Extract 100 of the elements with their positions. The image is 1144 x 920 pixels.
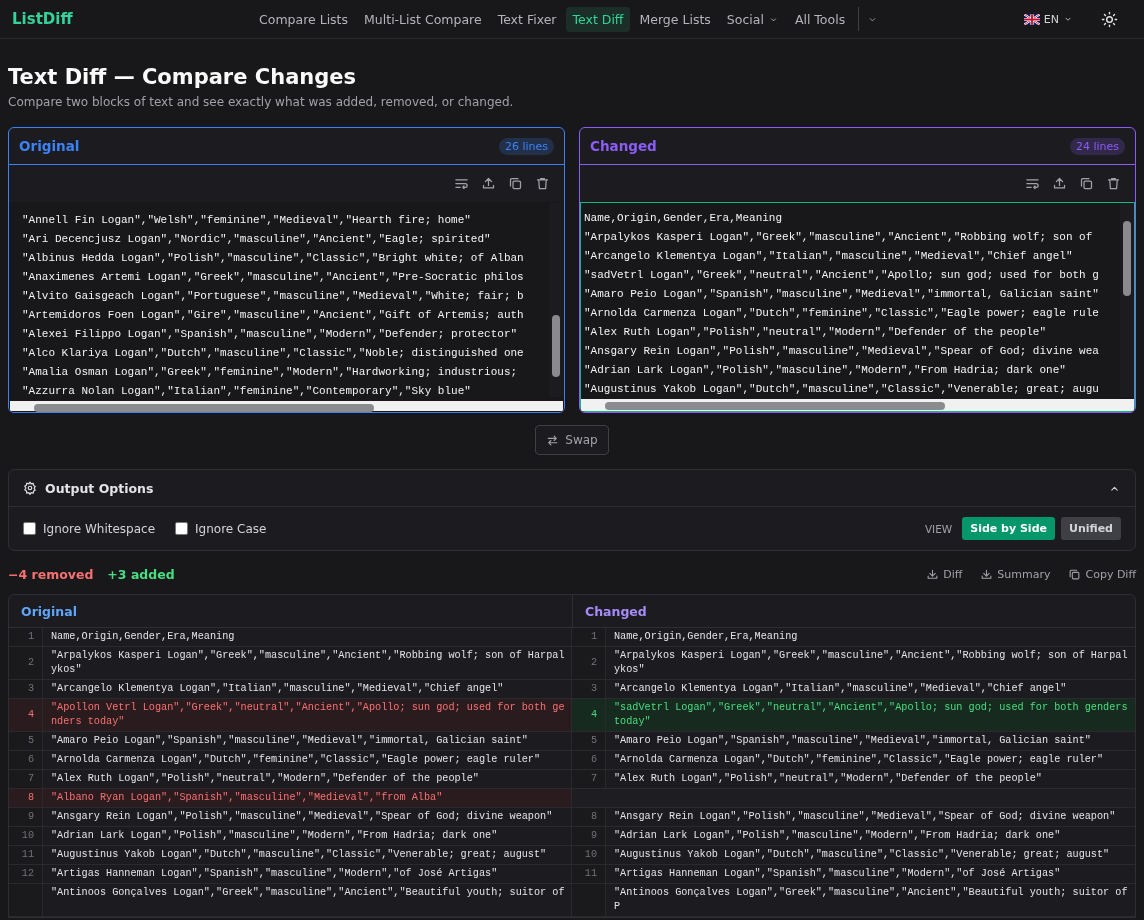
text-line: Name,Origin,Gender,Era,Meaning xyxy=(584,211,784,226)
diff-line: "Arpalykos Kasperi Logan","Greek","masculine","Ancient","Robbing wolf; son of Harpalykos" xyxy=(606,647,1135,680)
trash-icon xyxy=(535,176,550,191)
line-number: 1 xyxy=(572,628,606,647)
line-number: 2 xyxy=(572,647,606,680)
diff-line: "Arnolda Carmenza Logan","Dutch","feminine","Classic","Eagle power; eagle ruler" xyxy=(606,751,1135,770)
line-number: 5 xyxy=(572,732,606,751)
diff-line: "Amaro Peio Logan","Spanish","masculine","Medieval","immortal, Galician saint" xyxy=(43,732,572,751)
copy-button[interactable] xyxy=(1079,176,1094,191)
nav-link[interactable]: Text Diff xyxy=(565,6,631,32)
diff-line: "Artigas Hanneman Logan","Spanish","masculine","Modern","of José Artigas" xyxy=(43,865,572,884)
upload-button[interactable] xyxy=(1052,176,1067,191)
line-number: 8 xyxy=(9,789,43,808)
view-toggle[interactable]: Unified xyxy=(1060,517,1121,540)
diff-line: "Artigas Hanneman Logan","Spanish","masculine","Modern","of José Artigas" xyxy=(606,865,1135,884)
text-area[interactable] xyxy=(580,202,1135,412)
text-line: "Arnolda Carmenza Logan","Dutch","feminine","Classic","Eagle power; eagle rule xyxy=(584,306,1100,321)
text-line: "Adrian Lark Logan","Polish","masculine","Modern","From Hadria; dark one" xyxy=(584,363,1067,378)
column-header: Original xyxy=(21,603,77,619)
wrap-button[interactable] xyxy=(1025,176,1040,191)
theme-toggle[interactable] xyxy=(1101,10,1118,28)
nav-link[interactable]: Merge Lists xyxy=(632,6,718,32)
nav-link[interactable]: Text Fixer xyxy=(490,6,564,32)
wrap-button[interactable] xyxy=(454,176,469,191)
gear-icon xyxy=(23,481,37,495)
diff-line: Name,Origin,Gender,Era,Meaning xyxy=(606,628,1135,647)
delete-button[interactable] xyxy=(535,176,550,191)
text-line: "Alvito Gaisgeach Logan","Portuguese","masculine","Medieval","White; fair; b xyxy=(22,289,525,304)
vertical-scrollbar[interactable] xyxy=(549,203,563,397)
line-number: 6 xyxy=(572,751,606,770)
copy-icon xyxy=(508,176,523,191)
text-line: "Amalia Osman Logan","Greek","feminine","Modern","Hardworking; industrious; xyxy=(22,365,519,380)
download-icon xyxy=(926,568,940,581)
line-number: 11 xyxy=(9,846,43,865)
line-number: 1 xyxy=(9,628,43,647)
nav-link[interactable]: Multi-List Compare xyxy=(357,6,489,32)
wrap-lines-icon xyxy=(1025,176,1040,191)
view-label: VIEW xyxy=(924,522,953,535)
text-line: "Artemidoros Foen Logan","Gire","masculine","Ancient","Gift of Artemis; auth xyxy=(22,308,525,323)
checkbox[interactable] xyxy=(23,522,36,535)
text-line: "Amaro Peio Logan","Spanish","masculine","Medieval","immortal, Galician saint" xyxy=(584,287,1100,302)
text-line: "Arpalykos Kasperi Logan","Greek","masculine","Ancient","Robbing wolf; son of xyxy=(584,230,1094,245)
vertical-scrollbar[interactable] xyxy=(1120,203,1134,397)
upload-button[interactable] xyxy=(481,176,496,191)
language-selector[interactable]: EN xyxy=(1017,11,1079,27)
diff-line: "Arpalykos Kasperi Logan","Greek","masculine","Ancient","Robbing wolf; son of Harpalykos" xyxy=(43,647,572,680)
text-area[interactable] xyxy=(9,202,564,412)
checkbox-label[interactable]: Ignore Whitespace xyxy=(43,521,156,536)
export-button[interactable]: Copy Diff xyxy=(1068,568,1136,581)
text-line: "Alexei Filippo Logan","Spanish","masculine","Modern","Defender; protector" xyxy=(22,327,519,342)
line-number: 11 xyxy=(572,865,606,884)
swap-button[interactable]: Swap xyxy=(535,425,609,455)
column-header: Changed xyxy=(585,603,647,619)
line-number: 2 xyxy=(9,647,43,680)
text-line: "Azzurra Nolan Logan","Italian","feminine","Contemporary","Sky blue" xyxy=(22,384,472,399)
diff-line: "Augustinus Yakob Logan","Dutch","masculine","Classic","Venerable; great; august" xyxy=(43,846,572,865)
nav-link[interactable]: All Tools xyxy=(787,6,853,32)
checkbox[interactable] xyxy=(175,522,189,535)
diff-line: "Ansgary Rein Logan","Polish","masculine","Medieval","Spear of God; divine weapon" xyxy=(43,808,572,827)
options-title: Output Options xyxy=(45,480,155,496)
text-line: "Alco Klariya Logan","Dutch","masculine","Classic","Noble; distinguished one xyxy=(22,346,525,361)
horizontal-scrollbar[interactable] xyxy=(581,399,1134,411)
line-number: 10 xyxy=(572,846,606,865)
upload-icon xyxy=(1052,176,1067,191)
removed-count: −4 removed xyxy=(8,567,94,582)
flag-icon xyxy=(1023,13,1040,25)
text-line: "Alex Ruth Logan","Polish","neutral","Modern","Defender of the people" xyxy=(584,325,1048,340)
delete-button[interactable] xyxy=(1106,176,1121,191)
text-line: "Augustinus Yakob Logan","Dutch","masculine","Classic","Venerable; great; augu xyxy=(584,382,1100,397)
copy-button[interactable] xyxy=(508,176,523,191)
line-number: 10 xyxy=(9,827,43,846)
panel-title: Changed xyxy=(590,138,657,154)
line-number: 4 xyxy=(572,699,606,732)
checkbox-label[interactable]: Ignore Case xyxy=(195,521,267,536)
nav-link[interactable]: Compare Lists xyxy=(252,6,356,32)
text-line: "Anaximenes Artemi Logan","Greek","masculine","Ancient","Pre-Socratic philos xyxy=(22,270,525,285)
diff-line: "Adrian Lark Logan","Polish","masculine","Modern","From Hadria; dark one" xyxy=(43,827,572,846)
text-line: "Ansgary Rein Logan","Polish","masculine","Medieval","Spear of God; divine wea xyxy=(584,344,1100,359)
diff-line: "Antinoos Gonçalves Logan","Greek","masculine","Ancient","Beautiful youth; suitor of P xyxy=(606,884,1135,917)
trash-icon xyxy=(1106,176,1121,191)
diff-line: "Adrian Lark Logan","Polish","masculine","Modern","From Hadria; dark one" xyxy=(606,827,1135,846)
line-number: 3 xyxy=(9,680,43,699)
line-number: 5 xyxy=(9,732,43,751)
line-number: 7 xyxy=(9,770,43,789)
line-number: 9 xyxy=(572,827,606,846)
export-button[interactable]: Diff xyxy=(926,568,963,581)
export-button[interactable]: Summary xyxy=(980,568,1051,581)
upload-icon xyxy=(481,176,496,191)
brand-logo[interactable]: ListDiff xyxy=(12,10,252,28)
view-toggle[interactable]: Side by Side xyxy=(962,517,1055,540)
horizontal-scrollbar[interactable] xyxy=(10,401,563,411)
line-number: 9 xyxy=(9,808,43,827)
nav-link[interactable]: Social xyxy=(719,6,786,32)
panel-title: Original xyxy=(19,138,80,154)
copy-icon xyxy=(1079,176,1094,191)
page-subtitle: Compare two blocks of text and see exactly what was added, removed, or changed. xyxy=(8,95,515,109)
diff-line: "Amaro Peio Logan","Spanish","masculine","Medieval","immortal, Galician saint" xyxy=(606,732,1135,751)
line-number: 7 xyxy=(572,770,606,789)
text-line: "Annell Fin Logan","Welsh","feminine","Medieval","Hearth fire; home" xyxy=(22,213,472,228)
swap-arrows-icon xyxy=(546,433,560,447)
